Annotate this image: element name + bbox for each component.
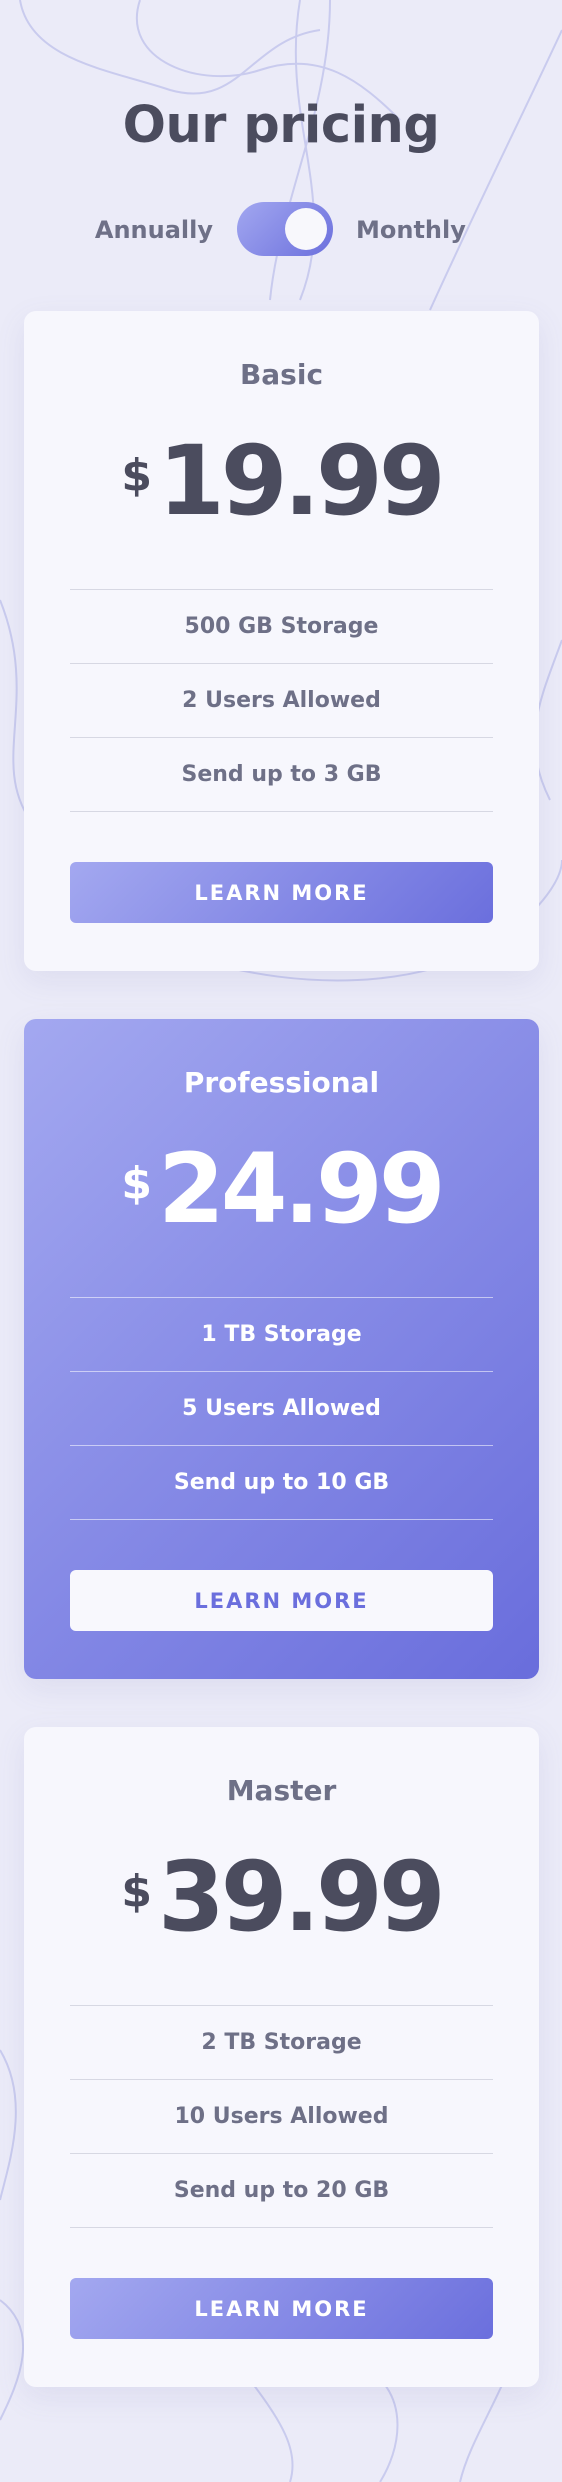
- pricing-card-master: Master $39.99 2 TB Storage 10 Users Allo…: [24, 1727, 539, 2387]
- plan-name: Basic: [239, 358, 324, 391]
- billing-toggle: Annually Monthly: [0, 202, 562, 258]
- price-amount: 19.99: [157, 425, 446, 537]
- pricing-card-basic: Basic $19.99 500 GB Storage 2 Users Allo…: [24, 311, 539, 971]
- billing-period-switch[interactable]: [237, 202, 333, 256]
- currency-symbol: $: [121, 1158, 152, 1209]
- feature-item: 2 Users Allowed: [70, 664, 493, 738]
- plan-name: Master: [226, 1774, 337, 1807]
- price-amount: 39.99: [157, 1841, 446, 1953]
- feature-item: 1 TB Storage: [70, 1298, 493, 1372]
- feature-list: 2 TB Storage 10 Users Allowed Send up to…: [70, 2005, 493, 2228]
- pricing-card-professional: Professional $24.99 1 TB Storage 5 Users…: [24, 1019, 539, 1679]
- feature-item: Send up to 20 GB: [70, 2154, 493, 2228]
- feature-item: 5 Users Allowed: [70, 1372, 493, 1446]
- page-title: Our pricing: [122, 96, 440, 155]
- currency-symbol: $: [121, 450, 152, 501]
- feature-item: Send up to 10 GB: [70, 1446, 493, 1520]
- price-amount: 24.99: [157, 1133, 446, 1245]
- feature-item: 500 GB Storage: [70, 590, 493, 664]
- price: $19.99: [24, 426, 539, 536]
- learn-more-button-basic[interactable]: LEARN MORE: [70, 862, 493, 923]
- feature-item: 2 TB Storage: [70, 2006, 493, 2080]
- currency-symbol: $: [121, 1866, 152, 1917]
- feature-list: 1 TB Storage 5 Users Allowed Send up to …: [70, 1297, 493, 1520]
- price: $39.99: [24, 1842, 539, 1952]
- annually-label[interactable]: Annually: [95, 202, 213, 258]
- feature-item: 10 Users Allowed: [70, 2080, 493, 2154]
- feature-list: 500 GB Storage 2 Users Allowed Send up t…: [70, 589, 493, 812]
- price: $24.99: [24, 1134, 539, 1244]
- feature-item: Send up to 3 GB: [70, 738, 493, 812]
- learn-more-button-master[interactable]: LEARN MORE: [70, 2278, 493, 2339]
- switch-knob[interactable]: [285, 208, 327, 250]
- learn-more-button-professional[interactable]: LEARN MORE: [70, 1570, 493, 1631]
- plan-name: Professional: [183, 1066, 380, 1099]
- monthly-label[interactable]: Monthly: [356, 202, 466, 258]
